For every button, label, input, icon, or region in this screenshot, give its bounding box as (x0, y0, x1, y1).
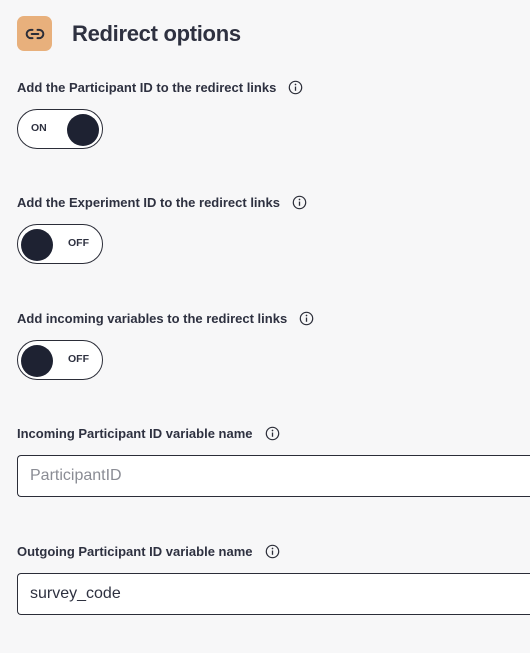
toggle-state-text: OFF (68, 353, 89, 365)
incoming-variables-toggle[interactable]: OFF (17, 340, 103, 380)
incoming-participant-id-label: Incoming Participant ID variable name (17, 425, 253, 441)
participant-id-toggle[interactable]: ON (17, 109, 103, 149)
experiment-id-label: Add the Experiment ID to the redirect li… (17, 194, 280, 210)
page-title: Redirect options (72, 20, 241, 46)
toggle-knob (67, 114, 99, 146)
outgoing-participant-id-setting: Outgoing Participant ID variable name (17, 542, 530, 615)
experiment-id-setting: Add the Experiment ID to the redirect li… (17, 193, 307, 264)
info-icon[interactable] (265, 544, 280, 559)
incoming-variables-setting: Add incoming variables to the redirect l… (17, 309, 314, 380)
info-icon[interactable] (292, 195, 307, 210)
experiment-id-toggle[interactable]: OFF (17, 224, 103, 264)
incoming-variables-label: Add incoming variables to the redirect l… (17, 310, 288, 326)
participant-id-label: Add the Participant ID to the redirect l… (17, 79, 277, 95)
incoming-participant-id-input[interactable] (17, 455, 530, 497)
toggle-state-text: OFF (68, 237, 89, 249)
participant-id-setting: Add the Participant ID to the redirect l… (17, 78, 303, 149)
info-icon[interactable] (288, 80, 303, 95)
info-icon[interactable] (265, 426, 280, 441)
link-icon (17, 16, 52, 51)
outgoing-participant-id-label: Outgoing Participant ID variable name (17, 543, 253, 559)
info-icon[interactable] (299, 311, 314, 326)
toggle-knob (21, 345, 53, 377)
incoming-participant-id-setting: Incoming Participant ID variable name (17, 424, 530, 497)
page-header: Redirect options (17, 16, 241, 51)
toggle-state-text: ON (31, 122, 47, 134)
toggle-knob (21, 229, 53, 261)
outgoing-participant-id-input[interactable] (17, 573, 530, 615)
